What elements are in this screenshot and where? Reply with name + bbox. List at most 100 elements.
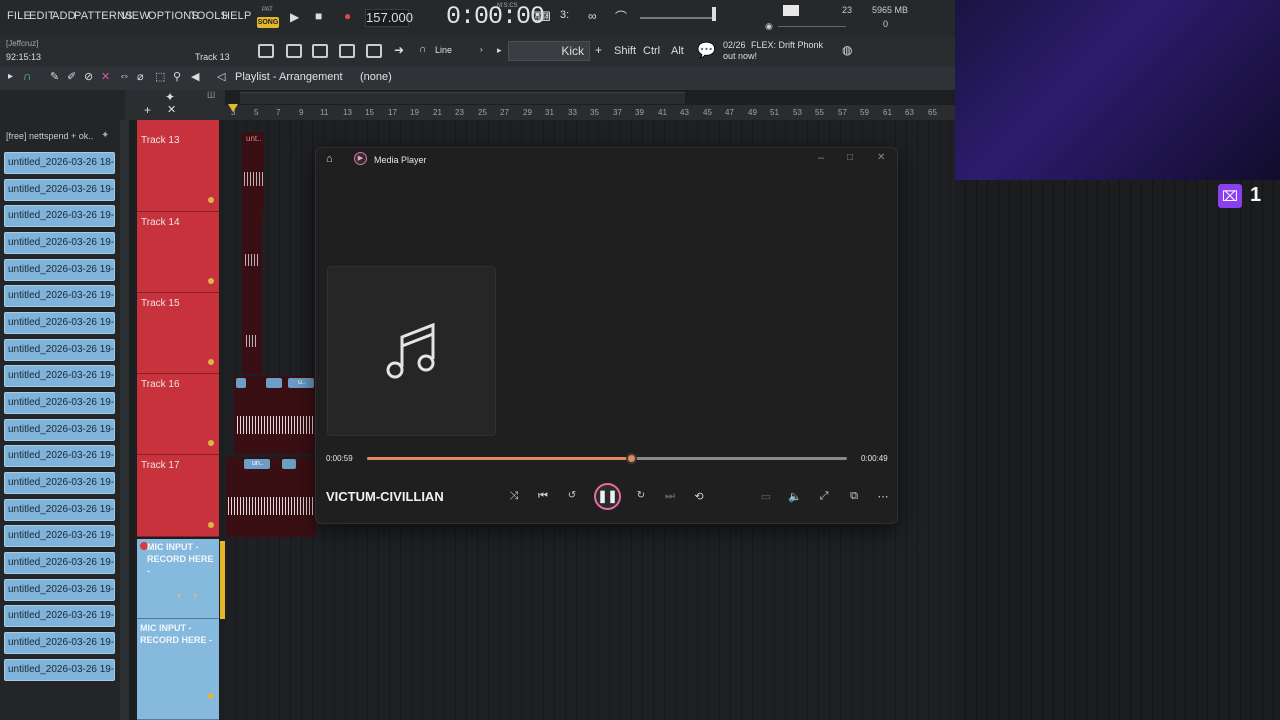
browser-item[interactable]: untitled_2026-03-26 19-... [4,312,115,334]
browser-item[interactable]: untitled_2026-03-26 19-... [4,285,115,307]
browser-item[interactable]: untitled_2026-03-26 19-... [4,552,115,574]
track-led[interactable] [208,440,214,446]
metronome-icon[interactable]: ⌒ [615,8,627,25]
browser-item[interactable]: untitled_2026-03-26 19-... [4,525,115,547]
browser-item[interactable]: untitled_2026-03-26 19-... [4,472,115,494]
browser-item[interactable]: untitled_2026-03-26 19-... [4,339,115,361]
shift-modifier[interactable]: Shift [614,45,636,57]
pat-mode-label[interactable]: PAT [262,7,273,13]
alt-modifier[interactable]: Alt [671,45,684,57]
browser-item[interactable]: untitled_2026-03-26 18-... [4,152,115,174]
track-led[interactable] [208,693,214,699]
delete-tool-icon[interactable]: ⊘ [84,70,93,83]
tempo-display[interactable]: 157.000 [365,9,413,27]
fullscreen-icon[interactable]: ⤢ [816,490,832,503]
browser-item[interactable]: untitled_2026-03-26 19-... [4,579,115,601]
track-speaker-icon[interactable]: ◐ [177,590,182,600]
playlist-view-icon[interactable] [258,44,274,58]
mic-track[interactable]: MIC INPUT - RECORD HERE - ◐ ◑ [137,539,219,619]
forward-30-icon[interactable]: ↻ [633,490,649,501]
snap-selector[interactable]: Line [435,45,452,55]
browser-item[interactable]: untitled_2026-03-26 19-... [4,365,115,387]
audio-clip[interactable]: u.. [234,376,316,454]
track-header[interactable]: Track 16 [137,374,219,455]
browser-item[interactable]: untitled_2026-03-26 19-... [4,445,115,467]
clip-tab[interactable] [236,378,246,388]
track-led[interactable] [208,359,214,365]
minimize-icon[interactable]: – [818,152,824,164]
add-track-icon[interactable]: + [144,103,151,117]
audio-clip[interactable]: unt.. [242,132,264,212]
browser-item[interactable]: untitled_2026-03-26 19-... [4,205,115,227]
track-header[interactable]: Track 14 [137,212,219,293]
menu-file[interactable]: FILE [7,10,31,22]
loop-record-icon[interactable]: ∞ [588,9,597,23]
browser-item[interactable]: untitled_2026-03-26 19-... [4,632,115,654]
maximize-icon[interactable]: □ [847,152,853,163]
track-view-icon[interactable]: Ш [207,90,215,100]
menu-edit[interactable]: EDIT [29,10,55,22]
pattern-arrow-icon[interactable]: ▸ [497,45,502,56]
online-globe-icon[interactable]: ◍ [842,43,852,57]
select-tool-icon[interactable]: ⬚ [155,70,165,83]
audio-clip[interactable]: un.. [226,457,316,537]
browser-scrollbar[interactable] [120,120,129,720]
playlist-pattern[interactable]: (none) [360,71,392,83]
mic-track[interactable]: MIC INPUT - RECORD HERE - [137,619,219,720]
track-snap-icon[interactable]: ✦ [165,90,175,104]
track-header[interactable]: Track 13 [137,120,219,212]
channel-rack-icon[interactable] [312,44,328,58]
browser-item[interactable]: untitled_2026-03-26 19-... [4,259,115,281]
zoom-tool-icon[interactable]: ⚲ [173,70,181,83]
audio-clip[interactable] [242,293,262,374]
volume-icon[interactable]: 🔈 [787,490,803,503]
slip-tool-icon[interactable]: ⇔ [119,70,130,82]
menu-help[interactable]: HELP [222,10,252,22]
hint-bubble-icon[interactable]: 💬 [697,41,716,59]
track-led[interactable] [208,278,214,284]
mute-tool-icon[interactable]: ✕ [101,70,110,83]
browser-folder[interactable]: [free] nettspend + ok.. [6,131,93,141]
piano-roll-icon[interactable] [286,44,302,58]
home-icon[interactable]: ⌂ [326,153,333,165]
playback-tool-icon[interactable]: ◀ [191,70,199,83]
eye-icon[interactable]: ◉ [765,21,773,32]
clip-tab[interactable] [266,378,282,388]
play-icon[interactable]: ▶ [290,10,299,24]
time-display[interactable]: 0:00:00 [446,2,545,31]
track-mute-icon[interactable]: ◑ [192,590,197,600]
browser-item[interactable]: untitled_2026-03-26 19-... [4,605,115,627]
master-volume-slider[interactable] [640,17,715,19]
ctrl-modifier[interactable]: Ctrl [643,45,660,57]
mini-player-icon[interactable]: ⧉ [846,490,862,503]
add-pattern-button[interactable]: + [595,43,602,57]
track-led[interactable] [208,197,214,203]
browser-item[interactable]: untitled_2026-03-26 19-... [4,659,115,681]
timeline-ruler[interactable]: 3 5 7 9 11 13 15 17 19 21 23 25 27 29 31… [225,105,955,120]
clip-tab[interactable] [282,459,296,469]
snap-chevron-icon[interactable]: › [480,45,483,54]
paint-tool-icon[interactable]: ✐ [67,70,76,83]
menu-view[interactable]: VIEW [121,10,150,22]
audio-clip[interactable] [242,212,262,293]
browser-item[interactable]: untitled_2026-03-26 19-... [4,499,115,521]
snap-magnet-icon[interactable]: ∩ [23,69,32,83]
playlist-menu-icon[interactable]: ▸ [8,71,13,82]
step-edit-icon[interactable]: 3: [560,9,569,21]
menu-add[interactable]: ADD [52,10,76,22]
captions-icon[interactable]: ▭ [758,490,774,503]
overview-strip[interactable] [240,92,685,104]
browser-item[interactable]: untitled_2026-03-26 19-... [4,392,115,414]
close-track-icon[interactable]: ✕ [167,103,176,116]
shuffle-icon[interactable]: ⤨ [506,490,522,503]
draw-tool-icon[interactable]: ✎ [50,70,59,83]
browser-item[interactable]: untitled_2026-03-26 19-... [4,179,115,201]
browser-item[interactable]: untitled_2026-03-26 19-... [4,232,115,254]
playhead-marker[interactable] [228,104,238,112]
record-icon[interactable]: ● [344,9,351,23]
seek-knob[interactable] [626,453,637,464]
browser-item[interactable]: untitled_2026-03-26 19-... [4,419,115,441]
forward-arrow-icon[interactable]: ➜ [394,43,404,57]
mixer-icon[interactable] [339,44,355,58]
magnet-icon[interactable]: ∩ [419,44,426,55]
